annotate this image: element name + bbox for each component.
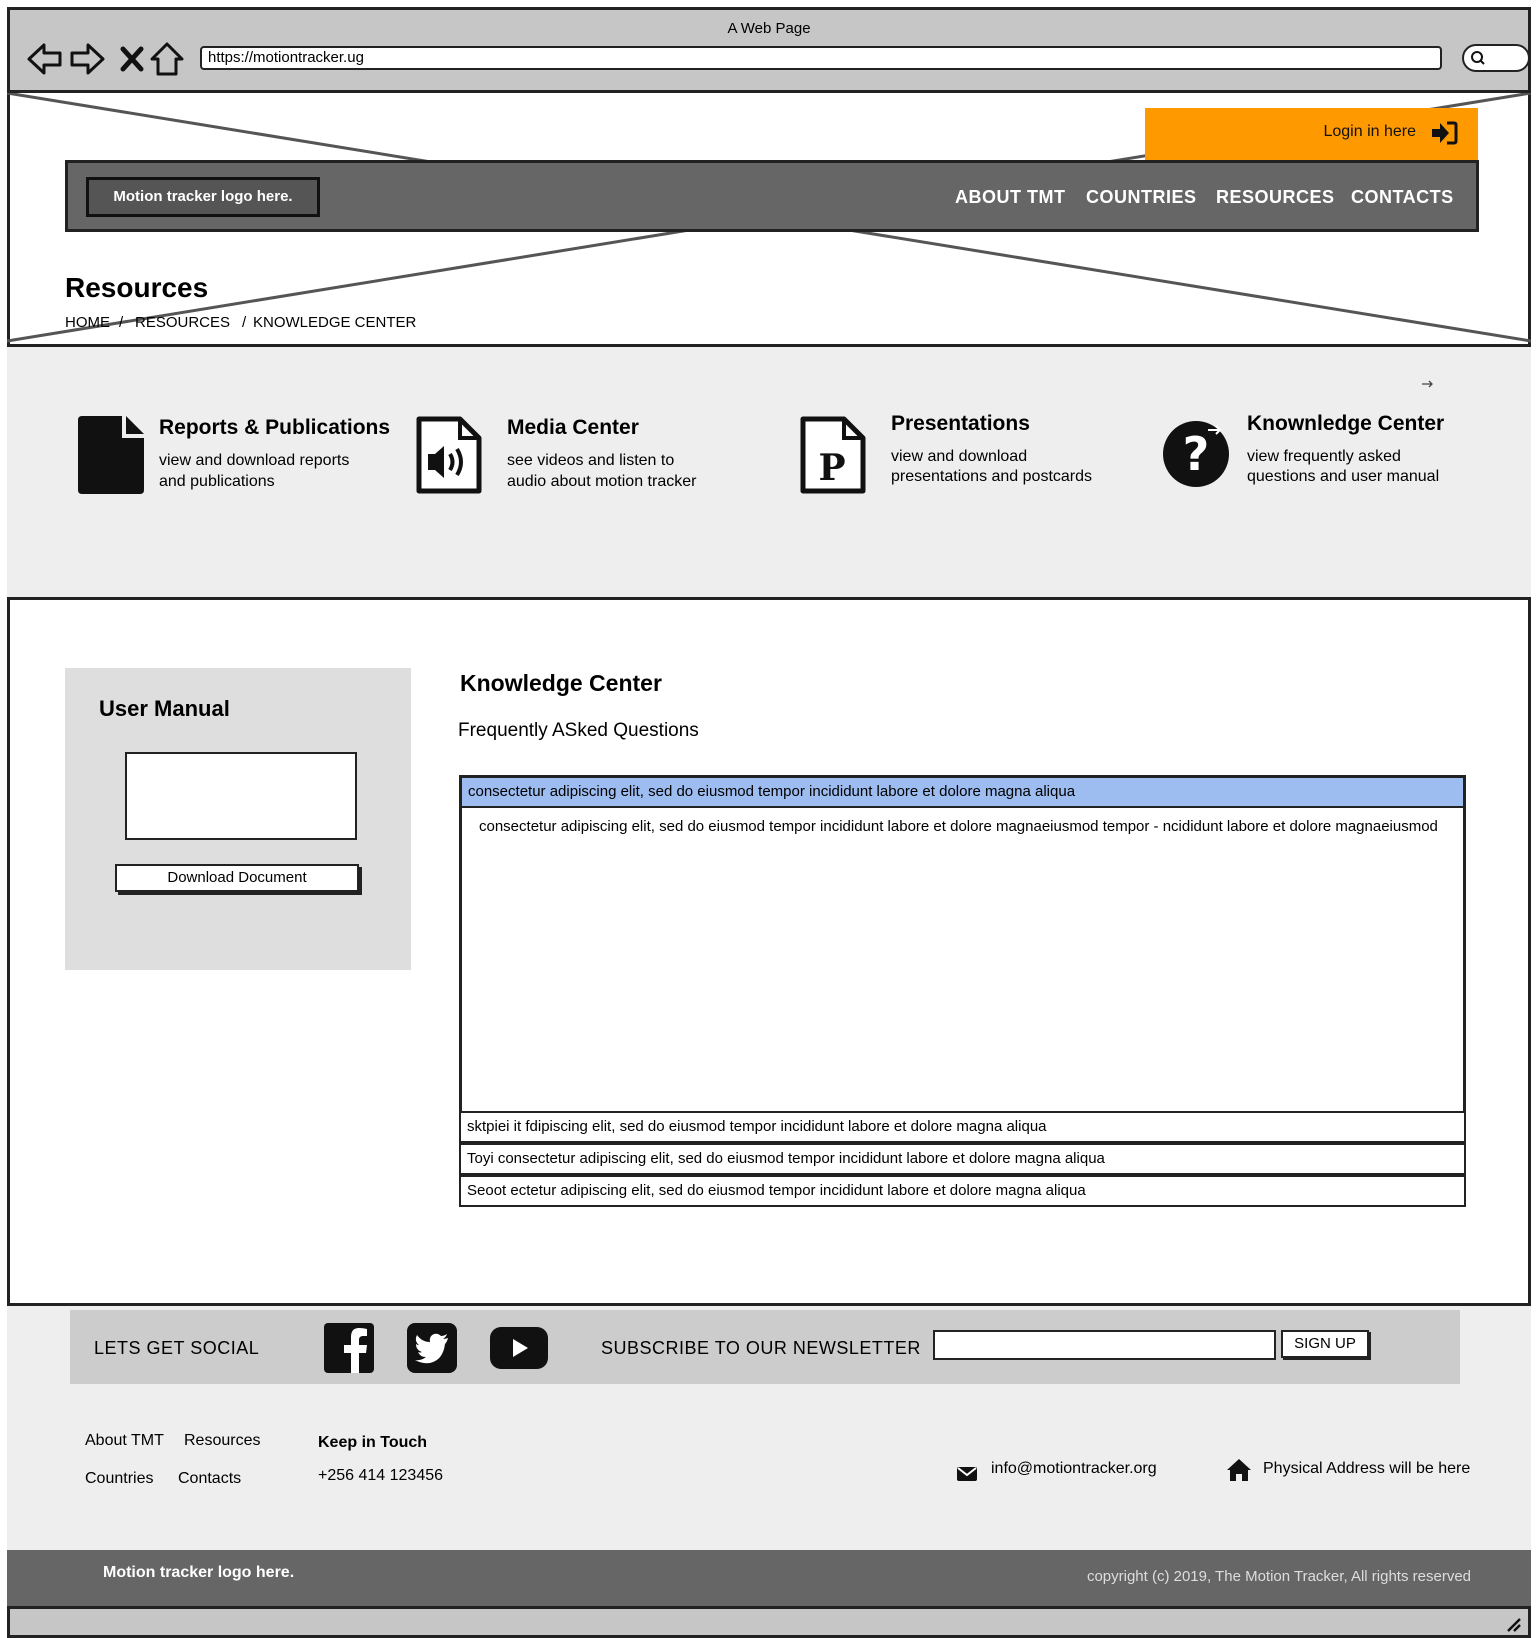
user-manual-panel: User Manual Download Document <box>65 668 411 970</box>
document-icon <box>78 416 144 494</box>
physical-address: Physical Address will be here <box>1263 1460 1471 1477</box>
back-arrow-icon[interactable] <box>26 40 64 78</box>
nav-about-tmt[interactable]: ABOUT TMT <box>955 187 1065 208</box>
main-navbar: Motion tracker logo here. ABOUT TMT COUN… <box>65 160 1479 232</box>
resource-desc: view and download reports <box>159 452 350 469</box>
resource-title: Reports & Publications <box>159 416 391 439</box>
breadcrumb-resources[interactable]: RESOURCES <box>135 314 230 331</box>
newsletter-email-input[interactable] <box>933 1330 1276 1360</box>
contact-email[interactable]: info@motiontracker.org <box>991 1460 1157 1478</box>
resource-desc: questions and user manual <box>1247 468 1440 485</box>
svg-text:P: P <box>818 447 845 489</box>
resource-card-presentations[interactable]: P Presentations view and download presen… <box>798 406 1128 500</box>
svg-text:?: ? <box>1183 427 1210 481</box>
site-logo[interactable]: Motion tracker logo here. <box>86 177 320 217</box>
knowledge-center-title: Knowledge Center <box>460 670 662 696</box>
forward-arrow-icon[interactable] <box>68 40 106 78</box>
twitter-icon[interactable] <box>407 1323 457 1373</box>
browser-search-field[interactable] <box>1462 44 1530 72</box>
login-button[interactable]: Login in here <box>1145 108 1478 160</box>
browser-toolbar: A Web Page https://motiontracker.ug <box>7 7 1531 93</box>
faq-accordion: consectetur adipiscing elit, sed do eius… <box>459 775 1466 1207</box>
facebook-icon[interactable] <box>324 1323 374 1373</box>
faq-item-open-answer: consectetur adipiscing elit, sed do eius… <box>479 818 1438 835</box>
keep-in-touch-heading: Keep in Touch <box>318 1434 428 1451</box>
nav-contacts[interactable]: CONTACTS <box>1351 187 1454 208</box>
login-label: Login in here <box>1323 123 1416 140</box>
nav-resources[interactable]: RESOURCES <box>1216 187 1335 208</box>
resource-title: Media Center <box>507 416 639 439</box>
stop-x-icon[interactable] <box>114 40 152 78</box>
breadcrumb-separator: / <box>119 314 124 331</box>
resource-desc: audio about motion tracker <box>507 473 697 490</box>
sign-in-icon <box>1432 121 1458 145</box>
search-icon <box>1471 51 1485 65</box>
resource-desc: and publications <box>159 473 275 490</box>
powerpoint-file-icon: P <box>800 416 866 494</box>
signup-button[interactable]: SIGN UP <box>1281 1330 1369 1358</box>
resize-grip-icon[interactable] <box>1504 1615 1522 1633</box>
footer-logo[interactable]: Motion tracker logo here. <box>103 1564 294 1582</box>
footer-link-about[interactable]: About TMT <box>85 1432 164 1450</box>
phone-number: +256 414 123456 <box>318 1467 444 1484</box>
faq-item-header[interactable]: Seoot ectetur adipiscing elit, sed do ei… <box>459 1175 1466 1207</box>
breadcrumb-home[interactable]: HOME <box>65 314 110 331</box>
footer-bottom-bar: Motion tracker logo here. copyright (c) … <box>7 1550 1531 1606</box>
breadcrumb-separator: / <box>242 314 247 331</box>
resource-title: Knownledge Center <box>1247 412 1445 435</box>
window-title: A Web Page <box>727 20 811 37</box>
resource-desc: view frequently asked <box>1247 448 1401 465</box>
faq-item-header[interactable]: sktpiei it fdipiscing elit, sed do eiusm… <box>459 1111 1466 1143</box>
download-document-button[interactable]: Download Document <box>115 864 359 892</box>
newsletter-label: SUBSCRIBE TO OUR NEWSLETTER <box>601 1338 921 1358</box>
resource-card-knowledge[interactable]: ? Knownledge Center view frequently aske… <box>1160 406 1500 500</box>
page-title: Resources <box>65 272 209 303</box>
resource-title: Presentations <box>891 412 1030 435</box>
social-label: LETS GET SOCIAL <box>94 1338 260 1358</box>
question-circle-icon: ? <box>1163 421 1229 487</box>
audio-file-icon <box>416 416 482 494</box>
resource-card-reports[interactable]: Reports & Publications view and download… <box>70 410 400 500</box>
envelope-icon <box>957 1467 977 1481</box>
faq-item-header[interactable]: Toyi consectetur adipiscing elit, sed do… <box>459 1143 1466 1175</box>
document-preview <box>125 752 357 840</box>
faq-subtitle: Frequently ASked Questions <box>458 720 699 741</box>
address-bar[interactable]: https://motiontracker.ug <box>200 46 1442 70</box>
breadcrumb-knowledge-center: KNOWLEDGE CENTER <box>253 314 417 331</box>
nav-countries[interactable]: COUNTRIES <box>1086 187 1197 208</box>
copyright-text: copyright (c) 2019, The Motion Tracker, … <box>1086 1568 1471 1585</box>
footer-link-contacts[interactable]: Contacts <box>178 1470 241 1488</box>
resource-desc: view and download <box>891 448 1028 465</box>
browser-status-bar <box>7 1606 1531 1638</box>
faq-item-open-header[interactable]: consectetur adipiscing elit, sed do eius… <box>462 778 1463 808</box>
user-manual-title: User Manual <box>99 696 230 721</box>
small-arrow-icon <box>1422 380 1433 388</box>
footer-link-resources[interactable]: Resources <box>184 1432 260 1450</box>
footer-link-countries[interactable]: Countries <box>85 1470 153 1488</box>
resource-desc: presentations and postcards <box>891 468 1093 485</box>
house-icon <box>1227 1459 1251 1481</box>
home-icon[interactable] <box>148 40 186 78</box>
social-newsletter-bar: LETS GET SOCIAL SUBSCRIBE TO OUR NEWSLET… <box>70 1310 1460 1384</box>
resource-card-media[interactable]: Media Center see videos and listen to au… <box>414 410 744 500</box>
youtube-icon[interactable] <box>490 1327 548 1369</box>
resource-desc: see videos and listen to <box>507 452 675 469</box>
